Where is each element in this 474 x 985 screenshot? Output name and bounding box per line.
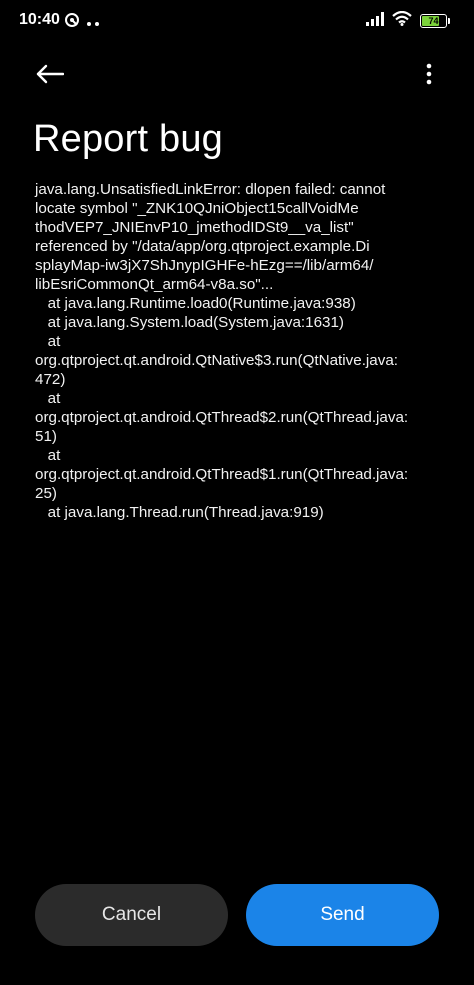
battery-icon: 74 — [420, 14, 450, 28]
arrow-left-icon — [36, 64, 65, 89]
signal-icon — [366, 11, 384, 31]
status-time: 10:40 — [19, 11, 60, 28]
error-line: 25) — [35, 485, 57, 502]
error-line: referenced by "/data/app/org.qtproject.e… — [35, 238, 370, 255]
wifi-icon — [392, 10, 412, 31]
error-line: at java.lang.Thread.run(Thread.java:919) — [35, 504, 324, 521]
button-row: Cancel Send — [35, 884, 439, 946]
error-line: org.qtproject.qt.android.QtThread$1.run(… — [35, 466, 409, 483]
more-dots-icon — [86, 14, 100, 32]
error-line: splayMap-iw3jX7ShJnypIGHFe-hEzg==/lib/ar… — [35, 257, 374, 274]
error-line: 51) — [35, 428, 57, 445]
error-line: at java.lang.System.load(System.java:163… — [35, 314, 344, 331]
error-line: org.qtproject.qt.android.QtNative$3.run(… — [35, 352, 398, 369]
send-button[interactable]: Send — [246, 884, 439, 946]
status-bar: 10:40 74 — [0, 0, 474, 40]
error-line: at java.lang.Runtime.load0(Runtime.java:… — [35, 295, 356, 312]
top-bar — [0, 54, 474, 98]
error-line: locate symbol "_ZNK10QJniObject15callVoi… — [35, 200, 359, 217]
error-text: java.lang.UnsatisfiedLinkError: dlopen f… — [35, 180, 450, 522]
more-options-button[interactable] — [414, 54, 444, 98]
battery-level: 74 — [428, 16, 439, 26]
battery-tip — [448, 18, 450, 24]
error-line: at — [35, 447, 61, 464]
error-line: libEsriCommonQt_arm64-v8a.so"... — [35, 276, 274, 293]
error-line: 472) — [35, 371, 66, 388]
hotspot-icon — [64, 12, 80, 33]
error-line: org.qtproject.qt.android.QtThread$2.run(… — [35, 409, 409, 426]
more-vertical-icon — [426, 63, 432, 90]
back-button[interactable] — [28, 54, 72, 98]
error-line: at — [35, 390, 61, 407]
error-line: java.lang.UnsatisfiedLinkError: dlopen f… — [35, 181, 386, 198]
error-line: at — [35, 333, 61, 350]
cancel-button[interactable]: Cancel — [35, 884, 228, 946]
status-right-icons: 74 — [366, 10, 450, 31]
page-title: Report bug — [33, 118, 224, 160]
battery-body: 74 — [420, 14, 447, 28]
error-line: thodVEP7_JNIEnvP10_jmethodIDSt9__va_list… — [35, 219, 354, 236]
status-left-icons — [64, 12, 100, 33]
